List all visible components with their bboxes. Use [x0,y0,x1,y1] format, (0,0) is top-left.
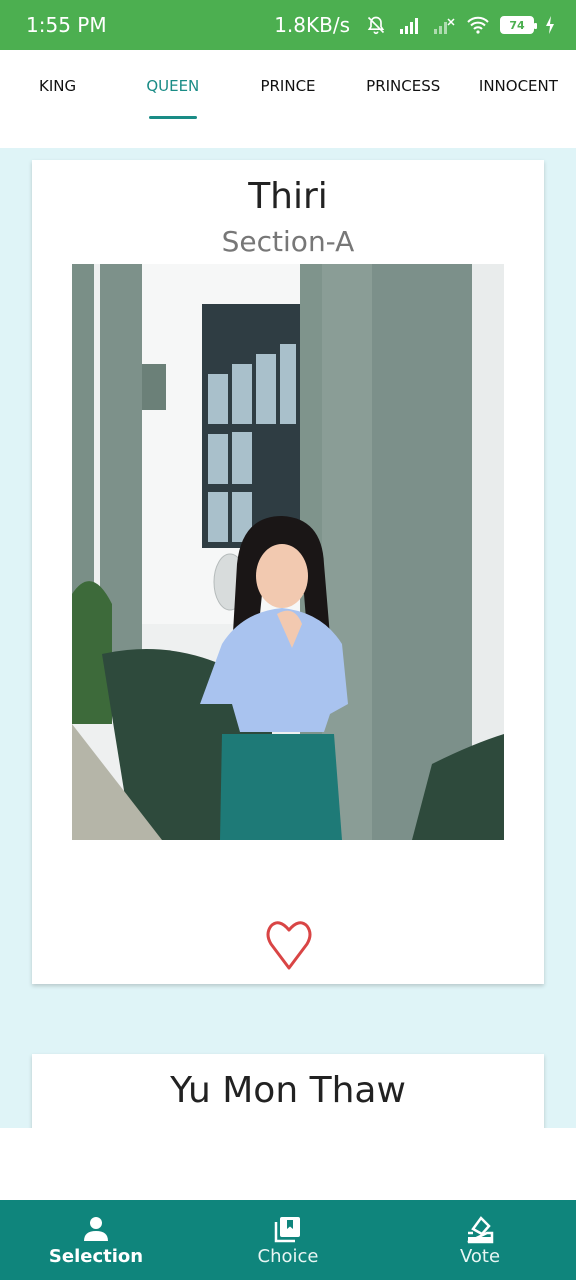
heart-vote-icon[interactable] [266,916,312,972]
candidate-list[interactable]: Thiri Section-A Yu Mon Thaw [0,148,576,1128]
battery-indicator: 74 [500,16,537,34]
photo-library-icon [274,1217,300,1243]
candidate-section: Section-A [221,225,355,258]
network-speed: 1.8KB/s [274,13,350,37]
candidate-photo-image [72,264,504,840]
nav-vote-label: Vote [459,1246,501,1267]
category-tabs: KING QUEEN PRINCE PRINCESS INNOCENT [0,50,576,148]
tab-king[interactable]: KING [0,50,115,148]
candidate-name: Yu Mon Thaw [170,1070,406,1111]
nav-selection[interactable]: Selection [0,1200,192,1280]
signal-no-service-icon [434,18,455,34]
status-bar: 1:55 PM 1.8KB/s 74 [0,0,576,50]
tab-innocent[interactable]: INNOCENT [461,50,576,148]
bell-muted-icon [367,16,385,35]
nav-choice-label: Choice [257,1246,319,1267]
signal-icon [400,18,418,34]
candidate-name: Thiri [248,176,328,217]
wifi-icon [467,16,489,34]
nav-choice[interactable]: Choice [192,1200,384,1280]
tab-prince[interactable]: PRINCE [230,50,345,148]
candidate-card: Yu Mon Thaw [32,1054,544,1128]
person-icon [84,1217,108,1241]
ballot-icon [467,1216,494,1244]
candidate-card: Thiri Section-A [32,160,544,984]
nav-vote[interactable]: Vote [384,1200,576,1280]
content-spacer [0,1128,576,1200]
charging-bolt-icon [546,16,554,34]
candidate-photo [72,264,504,840]
tab-princess[interactable]: PRINCESS [346,50,461,148]
nav-selection-label: Selection [48,1246,144,1267]
status-icons: 1.8KB/s 74 [274,13,556,37]
bottom-navigation: Selection Choice Vote [0,1200,576,1280]
status-time: 1:55 PM [26,13,107,37]
tab-queen[interactable]: QUEEN [115,50,230,148]
